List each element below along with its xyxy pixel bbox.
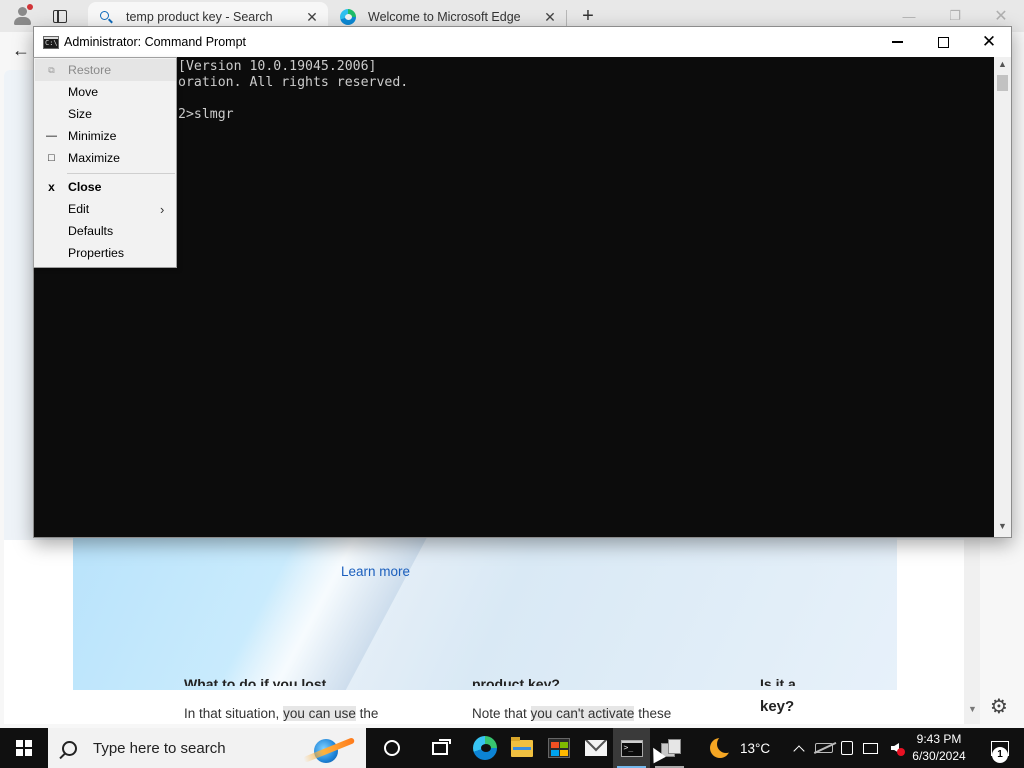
menu-item-size[interactable]: Size: [35, 103, 176, 125]
clock-time: 9:43 PM: [916, 732, 962, 746]
console-output[interactable]: [Version 10.0.19045.2006] oration. All r…: [34, 57, 994, 537]
window-title: Administrator: Command Prompt: [64, 35, 247, 49]
close-tab-button[interactable]: ✕: [302, 7, 322, 27]
tab-actions-button[interactable]: [47, 4, 73, 28]
search-highlight-icon[interactable]: [292, 731, 362, 765]
browser-minimize-button[interactable]: —: [886, 4, 932, 28]
menu-separator: [67, 173, 175, 174]
taskbar-edge-button[interactable]: [466, 728, 503, 768]
taskbar-search-box[interactable]: Type here to search: [48, 728, 366, 768]
profile-alert-dot: [27, 4, 33, 10]
taskbar-store-button[interactable]: [540, 728, 577, 768]
start-button[interactable]: [0, 728, 48, 768]
console-line: oration. All rights reserved.: [178, 75, 409, 90]
new-tab-button[interactable]: +: [575, 4, 601, 28]
menu-item-maximize[interactable]: □ Maximize: [35, 147, 176, 169]
cortana-icon: [383, 740, 400, 756]
console-prompt-line: 2>slmgr: [178, 107, 234, 122]
taskbar-mail-button[interactable]: [577, 728, 614, 768]
volume-button[interactable]: [884, 728, 906, 768]
article-heading[interactable]: key?: [760, 698, 794, 715]
menu-item-restore[interactable]: ⧉ Restore: [35, 59, 176, 81]
close-button[interactable]: ✕: [966, 27, 1012, 57]
search-icon: [62, 740, 77, 756]
restore-icon: ⧉: [48, 64, 55, 75]
moon-icon: [710, 735, 735, 758]
weather-temperature: 13°C: [740, 740, 771, 756]
meet-now-icon: [841, 741, 853, 755]
article-snippet: In that situation, you can use the: [184, 706, 379, 721]
menu-item-defaults[interactable]: Defaults: [35, 220, 176, 242]
maximize-button[interactable]: [920, 27, 966, 57]
browser-restore-button[interactable]: ❐: [932, 4, 978, 28]
back-button[interactable]: ←: [12, 40, 30, 61]
maximize-icon: [937, 36, 949, 48]
profile-button[interactable]: [10, 4, 36, 28]
edge-icon: [340, 9, 356, 25]
taskbar-command-prompt-button[interactable]: [613, 728, 650, 768]
maximize-icon: □: [48, 152, 55, 164]
gear-icon[interactable]: ⚙: [990, 694, 1008, 719]
article-heading[interactable]: Is it a: [760, 676, 830, 686]
taskbar-clock[interactable]: 9:43 PM 6/30/2024: [908, 731, 970, 765]
show-hidden-icons-button[interactable]: [790, 728, 808, 768]
minimize-icon: —: [46, 130, 57, 142]
command-prompt-icon: [620, 739, 643, 757]
menu-item-minimize[interactable]: — Minimize: [35, 125, 176, 147]
cortana-button[interactable]: [373, 728, 410, 768]
tab-label: temp product key - Search: [126, 10, 273, 24]
scroll-up-arrow-icon[interactable]: ▲: [998, 59, 1007, 69]
menu-item-edit[interactable]: Edit ›: [35, 198, 176, 220]
menu-item-move[interactable]: Move: [35, 81, 176, 103]
chevron-right-icon: ›: [160, 201, 165, 217]
meet-now-button[interactable]: [838, 728, 856, 768]
minimize-icon: [891, 41, 903, 43]
task-view-icon: [431, 738, 451, 755]
cmd-title-bar[interactable]: Administrator: Command Prompt ✕: [34, 27, 1011, 57]
menu-item-close[interactable]: x Close: [35, 176, 176, 198]
article-heading[interactable]: What to do if you lost: [184, 676, 334, 686]
minimize-button[interactable]: [874, 27, 920, 57]
taskbar: Type here to search 13°C 9:43 PM 6/30/20…: [0, 728, 1024, 768]
scroll-down-arrow-icon[interactable]: ▼: [968, 704, 977, 714]
network-button[interactable]: [812, 728, 836, 768]
console-line: [Version 10.0.19045.2006]: [178, 59, 377, 74]
close-icon: x: [48, 180, 55, 194]
display-button[interactable]: [860, 728, 880, 768]
mail-icon: [584, 740, 607, 756]
article-snippet: Note that you can't activate these: [472, 706, 672, 721]
edge-icon: [472, 736, 497, 760]
article-heading[interactable]: product key?: [472, 676, 582, 686]
mute-indicator-icon: [897, 748, 905, 756]
profile-avatar-icon: [18, 7, 27, 16]
windows-logo-icon: [16, 740, 32, 756]
notification-count-badge: 1: [992, 747, 1008, 763]
tab-divider: [566, 10, 567, 26]
weather-widget[interactable]: 13°C: [710, 728, 770, 768]
window-system-menu: ⧉ Restore Move Size — Minimize □ Maximiz…: [33, 57, 177, 268]
scroll-down-arrow-icon[interactable]: ▼: [998, 521, 1007, 531]
file-explorer-icon: [510, 736, 533, 757]
hero-banner: [73, 530, 897, 690]
command-prompt-icon[interactable]: [43, 36, 59, 49]
search-icon: [98, 9, 114, 25]
command-prompt-window: Administrator: Command Prompt ✕ [Version…: [33, 26, 1012, 538]
task-view-button[interactable]: [421, 728, 458, 768]
monitor-icon: [862, 742, 878, 754]
scrollbar-thumb[interactable]: [997, 75, 1008, 91]
store-icon: [547, 738, 570, 758]
menu-item-properties[interactable]: Properties: [35, 242, 176, 264]
browser-close-button[interactable]: ✕: [978, 4, 1024, 28]
tab-actions-icon: [53, 9, 67, 23]
chevron-up-icon: [793, 744, 805, 757]
clock-date: 6/30/2024: [912, 749, 966, 763]
learn-more-link[interactable]: Learn more: [341, 564, 410, 579]
tab-label: Welcome to Microsoft Edge: [368, 10, 521, 24]
network-disconnected-icon: [815, 743, 833, 753]
console-scrollbar[interactable]: ▲ ▼: [994, 57, 1011, 537]
close-tab-button[interactable]: ✕: [540, 7, 560, 27]
search-placeholder: Type here to search: [93, 739, 226, 757]
taskbar-file-explorer-button[interactable]: [503, 728, 540, 768]
